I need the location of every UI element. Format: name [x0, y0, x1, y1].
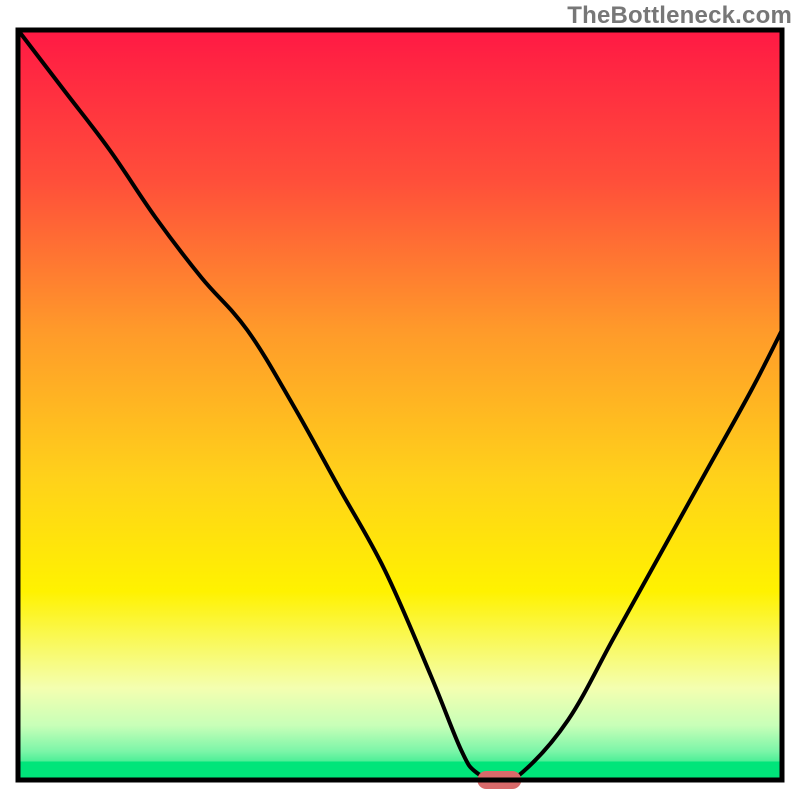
- watermark-text: TheBottleneck.com: [567, 2, 792, 30]
- chart-stage: TheBottleneck.com: [0, 0, 800, 800]
- bottleneck-chart: [0, 0, 800, 800]
- chart-background: [21, 33, 780, 778]
- chart-baseline: [21, 762, 780, 778]
